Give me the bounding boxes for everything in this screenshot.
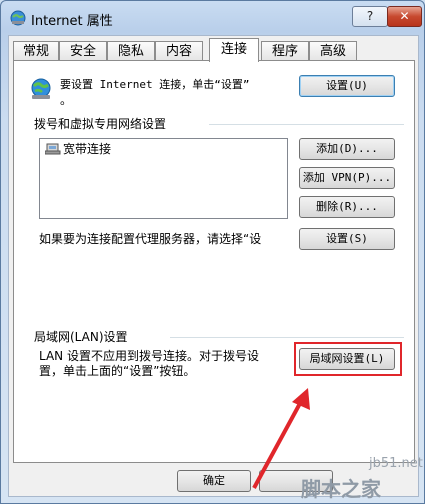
help-button[interactable]: ? xyxy=(352,6,388,27)
connection-name: 宽带连接 xyxy=(63,142,112,156)
lan-text-continued: 置，单击上面的“设置”按钮。 xyxy=(39,364,196,378)
setup-text-continued: 。 xyxy=(60,93,73,107)
lan-text: LAN 设置不应用到拨号连接。对于拨号设 xyxy=(39,349,259,363)
watermark-site-name: 脚本之家 xyxy=(301,477,381,501)
tab-connections[interactable]: 连接 xyxy=(209,38,259,62)
setup-button[interactable]: 设置(U) xyxy=(299,75,395,97)
lan-heading: 局域网(LAN)设置 xyxy=(34,330,128,344)
add-vpn-button[interactable]: 添加 VPN(P)... xyxy=(299,167,395,189)
title-bar[interactable]: Internet 属性 ? ✕ xyxy=(1,1,424,33)
watermark-url: jb51.net xyxy=(369,456,423,471)
dialup-divider xyxy=(209,124,404,125)
tab-programs[interactable]: 程序 xyxy=(261,41,309,61)
delete-connection-button[interactable]: 删除(R)... xyxy=(299,196,395,218)
close-button[interactable]: ✕ xyxy=(387,6,422,27)
window-title: Internet 属性 xyxy=(31,14,113,29)
broadband-connection-icon xyxy=(45,143,61,155)
dialog-client-area: 常规 安全 隐私 内容 连接 程序 高级 要设置 Internet 连接，单击“… xyxy=(8,35,419,497)
connections-panel: 要设置 Internet 连接，单击“设置” 。 设置(U) 拨号和虚拟专用网络… xyxy=(13,60,415,463)
setup-text: 要设置 Internet 连接，单击“设置” xyxy=(60,78,250,91)
connection-list[interactable]: 宽带连接 xyxy=(39,138,288,219)
tab-content[interactable]: 内容 xyxy=(155,41,203,61)
dialog-window: Internet 属性 ? ✕ 常规 安全 隐私 内容 连接 程序 高级 要设置… xyxy=(0,0,425,504)
tab-privacy[interactable]: 隐私 xyxy=(107,41,155,61)
dialup-heading: 拨号和虚拟专用网络设置 xyxy=(34,117,167,131)
add-connection-button[interactable]: 添加(D)... xyxy=(299,138,395,160)
lan-divider xyxy=(170,337,404,338)
tab-advanced[interactable]: 高级 xyxy=(309,41,357,61)
dialup-settings-button[interactable]: 设置(S) xyxy=(299,228,395,250)
ok-button[interactable]: 确定 xyxy=(177,470,251,492)
globe-network-icon xyxy=(31,78,51,99)
tab-security[interactable]: 安全 xyxy=(59,41,107,61)
tab-general[interactable]: 常规 xyxy=(13,41,59,61)
highlight-box xyxy=(294,342,402,376)
internet-options-icon xyxy=(10,10,26,26)
proxy-text: 如果要为连接配置代理服务器，请选择“设 xyxy=(39,232,262,246)
